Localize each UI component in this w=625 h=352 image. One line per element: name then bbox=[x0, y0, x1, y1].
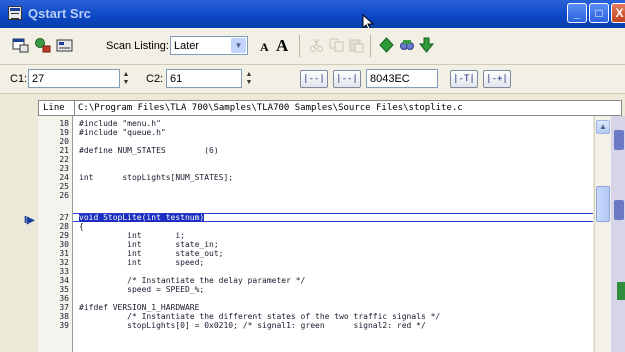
c1-value: 27 bbox=[32, 73, 45, 85]
code-line[interactable]: #include "queue.h" bbox=[79, 129, 166, 137]
line-number: 29 bbox=[59, 231, 69, 240]
scroll-thumb[interactable] bbox=[596, 186, 610, 222]
c1-label: C1: bbox=[10, 73, 28, 85]
line-number: 27 bbox=[59, 213, 69, 222]
chevron-down-icon[interactable]: ▼ bbox=[231, 38, 246, 53]
line-number: 37 bbox=[59, 303, 69, 312]
selected-code-line[interactable]: void StopLite(int testnum) bbox=[79, 214, 205, 222]
increase-font-button[interactable]: A bbox=[276, 36, 288, 56]
c1-input[interactable]: 27 bbox=[28, 69, 120, 88]
current-line-marker-icon: I▶ bbox=[24, 215, 35, 226]
line-number: 20 bbox=[59, 137, 69, 146]
line-number: 18 bbox=[59, 119, 69, 128]
from-cursor-button[interactable]: |-+| bbox=[483, 70, 511, 88]
line-number: 22 bbox=[59, 155, 69, 164]
line-number: 23 bbox=[59, 164, 69, 173]
bookmark-marker[interactable] bbox=[614, 130, 624, 150]
bookmark-strip bbox=[611, 116, 625, 352]
source-code-view[interactable]: #include "menu.h" #include "queue.h" #de… bbox=[73, 116, 593, 352]
address-value: 8043EC bbox=[370, 73, 410, 85]
next-cursor-button[interactable]: |--| bbox=[333, 70, 361, 88]
line-number-column: 18 19 20 21 22 23 24 25 26 27 28 29 30 3… bbox=[38, 116, 73, 352]
code-line[interactable]: int i; bbox=[79, 232, 185, 240]
code-line[interactable]: { bbox=[79, 223, 84, 231]
line-number: 39 bbox=[59, 321, 69, 330]
paste-icon[interactable] bbox=[348, 37, 365, 53]
line-number: 30 bbox=[59, 240, 69, 249]
line-number: 32 bbox=[59, 258, 69, 267]
app-icon bbox=[8, 6, 22, 20]
code-line[interactable]: int state_in; bbox=[79, 241, 219, 249]
minimize-button[interactable]: _ bbox=[567, 3, 587, 23]
position-marker[interactable] bbox=[617, 282, 625, 300]
code-line[interactable]: int state_out; bbox=[79, 250, 223, 258]
source-list-icon[interactable] bbox=[12, 37, 29, 53]
source-header: Line C:\Program Files\TLA 700\Samples\TLA… bbox=[38, 100, 622, 116]
to-cursor-button[interactable]: |-T| bbox=[450, 70, 478, 88]
line-number: 24 bbox=[59, 173, 69, 182]
c2-input[interactable]: 61 bbox=[166, 69, 242, 88]
cursor-toolbar: C1: 27 ▲ ▼ C2: 61 ▲ ▼ |--| |--| 8043EC |-T… bbox=[0, 65, 625, 94]
c2-spinner[interactable]: ▲ ▼ bbox=[243, 71, 255, 87]
code-line[interactable]: #ifdef VERSION_1_HARDWARE bbox=[79, 304, 199, 312]
line-number: 33 bbox=[59, 267, 69, 276]
line-number: 31 bbox=[59, 249, 69, 258]
scan-listing-label: Scan Listing: bbox=[106, 40, 169, 52]
search-icon[interactable] bbox=[398, 37, 415, 53]
line-column-header[interactable]: Line bbox=[39, 101, 75, 115]
vertical-scrollbar[interactable]: ▲ bbox=[594, 116, 611, 352]
toolbar-divider bbox=[370, 35, 371, 57]
find-next-icon[interactable] bbox=[418, 37, 435, 53]
copy-icon[interactable] bbox=[328, 37, 345, 53]
main-toolbar: Scan Listing: Later ▼ A A bbox=[0, 28, 625, 65]
line-number: 36 bbox=[59, 294, 69, 303]
line-number: 28 bbox=[59, 222, 69, 231]
line-number: 19 bbox=[59, 128, 69, 137]
title-bar[interactable]: Qstart Src _ □ X bbox=[0, 0, 625, 32]
code-line[interactable]: #include "menu.h" bbox=[79, 120, 161, 128]
close-button[interactable]: X bbox=[611, 3, 625, 23]
maximize-button[interactable]: □ bbox=[589, 3, 609, 23]
bookmark-marker[interactable] bbox=[614, 200, 624, 220]
c2-value: 61 bbox=[170, 73, 183, 85]
marker-gutter[interactable] bbox=[0, 116, 38, 352]
line-number: 34 bbox=[59, 276, 69, 285]
code-line[interactable]: /* Instantiate the different states of t… bbox=[79, 313, 440, 321]
scroll-up-button[interactable]: ▲ bbox=[596, 120, 610, 134]
properties-icon[interactable] bbox=[56, 37, 73, 53]
code-line[interactable]: #define NUM_STATES (6) bbox=[79, 147, 219, 155]
toolbar-divider bbox=[299, 35, 300, 57]
prev-cursor-button[interactable]: |--| bbox=[300, 70, 328, 88]
file-path: C:\Program Files\TLA 700\Samples\TLA700 … bbox=[78, 103, 463, 113]
line-number: 26 bbox=[59, 191, 69, 200]
line-number: 25 bbox=[59, 182, 69, 191]
c1-spinner[interactable]: ▲ ▼ bbox=[120, 71, 132, 87]
cut-icon[interactable] bbox=[308, 37, 325, 53]
scan-listing-select[interactable]: Later ▼ bbox=[170, 36, 248, 55]
find-symbol-icon[interactable] bbox=[34, 37, 51, 53]
code-line[interactable]: stopLights[0] = 0x0210; /* signal1: gree… bbox=[79, 322, 426, 330]
code-line[interactable]: speed = SPEED_%; bbox=[79, 286, 204, 294]
line-number: 35 bbox=[59, 285, 69, 294]
line-number: 38 bbox=[59, 312, 69, 321]
c2-label: C2: bbox=[146, 73, 164, 85]
code-line[interactable]: int speed; bbox=[79, 259, 204, 267]
window-title: Qstart Src bbox=[28, 6, 91, 21]
address-input[interactable]: 8043EC bbox=[366, 69, 438, 88]
decrease-font-button[interactable]: A bbox=[260, 40, 269, 55]
line-number: 21 bbox=[59, 146, 69, 155]
code-line[interactable]: int stopLights[NUM_STATES]; bbox=[79, 174, 233, 182]
code-line[interactable]: /* Instantiate the delay parameter */ bbox=[79, 277, 305, 285]
go-to-line-icon[interactable] bbox=[378, 37, 395, 53]
scan-listing-value: Later bbox=[174, 40, 200, 52]
